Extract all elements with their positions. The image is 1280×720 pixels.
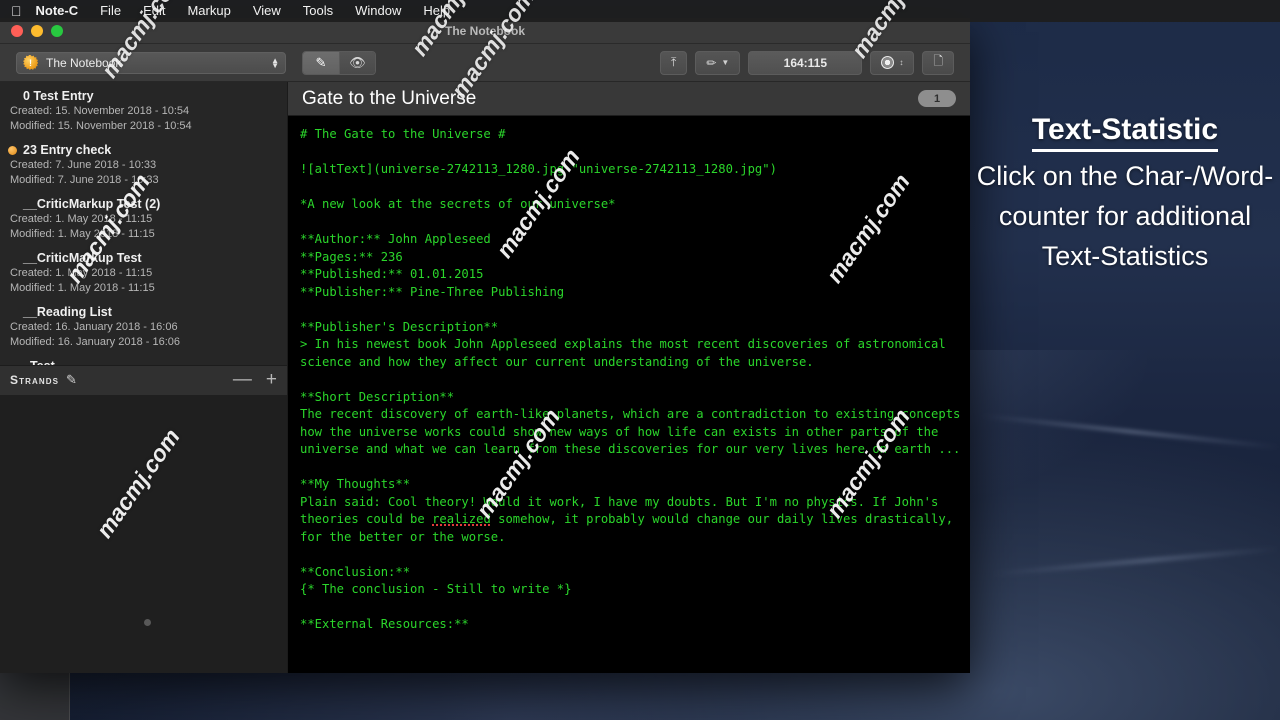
menu-item-edit[interactable]: Edit [132,0,176,22]
share-upload-icon[interactable]: ⤒ [660,50,688,75]
entry-title-row: 0 Test Entry [8,89,279,103]
apple-icon[interactable]:  [11,4,22,18]
entry-created: Created: 7. June 2018 - 10:33 [10,159,157,171]
burst-icon: ! [23,55,38,70]
entry-modified: Modified: 1. May 2018 - 11:15 [10,282,155,294]
list-item[interactable]: __CriticMarkup Test (2) Created: 1. May … [0,194,287,248]
list-item[interactable]: _Test Created: 7. June 2018 - 10:33 Modi… [0,356,287,365]
page-title: Gate to the Universe [302,87,477,109]
menu-item-view[interactable]: View [242,0,292,22]
document-header: Gate to the Universe 1 [288,82,970,116]
entry-modified: Modified: 7. June 2018 - 10:33 [10,174,159,186]
strands-label: Strands [10,373,60,387]
menu-item-window[interactable]: Window [344,0,412,22]
instruction-title: Text-Statistic [1031,112,1219,152]
entry-name: 23 Entry check [23,143,112,157]
markup-stamp-button[interactable]: ✏ ▼ [695,50,741,75]
sidebar: 0 Test Entry Created: 15. November 2018 … [0,82,288,673]
entry-name: __Reading List [23,305,112,319]
entry-created: Created: 1. May 2018 - 11:15 [10,267,153,279]
instruction-overlay: Text-Statistic Click on the Char-/Word-c… [975,112,1275,276]
spellcheck-word: realized [432,512,491,526]
status-badge[interactable]: 1 [918,90,956,107]
strands-header: Strands ✎ — + [0,364,287,395]
instruction-body: Click on the Char-/Word-counter for addi… [976,161,1274,271]
list-item[interactable]: 0 Test Entry Created: 15. November 2018 … [0,86,287,140]
entry-modified: Modified: 1. May 2018 - 11:15 [10,228,155,240]
eye-icon[interactable]: 👁 [339,51,375,74]
editor-pane: Gate to the Universe 1 # The Gate to the… [288,82,970,673]
entry-title-row: 23 Entry check [8,143,279,157]
toolbar: ! The Notebook ▲ ▼ ✎ 👁 ⤒ ✏ ▼ 164:115 ↕ 🗋 [0,44,970,82]
menu-item-markup[interactable]: Markup [176,0,241,22]
menu-app-name[interactable]: Note-C [36,0,90,22]
list-item[interactable]: 23 Entry check Created: 7. June 2018 - 1… [0,140,287,194]
entry-modified: Modified: 15. November 2018 - 10:54 [10,120,192,132]
entry-created: Created: 16. January 2018 - 16:06 [10,321,178,333]
markdown-editor[interactable]: # The Gate to the Universe # ![altText](u… [288,116,970,673]
mode-segmented-control: ✎ 👁 [302,50,376,75]
toolbar-right-group: ⤒ ✏ ▼ 164:115 ↕ 🗋 [660,50,954,75]
entry-title-row: __CriticMarkup Test (2) [8,197,279,211]
entry-name: __CriticMarkup Test [23,251,142,265]
menu-item-tools[interactable]: Tools [292,0,344,22]
entry-modified: Modified: 16. January 2018 - 16:06 [10,336,181,348]
chevron-down-icon: ▼ [721,58,730,67]
pencil-icon[interactable]: ✎ [303,51,339,74]
strands-list[interactable] [0,394,287,673]
list-item[interactable]: __CriticMarkup Test Created: 1. May 2018… [0,248,287,302]
sidebar-scroll-indicator[interactable] [143,619,151,626]
radial-circle-icon [881,56,895,69]
entry-list: 0 Test Entry Created: 15. November 2018 … [0,82,287,365]
window-title: The Notebook [445,23,525,38]
up-down-arrows-icon: ▲ ▼ [271,55,279,70]
notebook-selector-value: The Notebook [46,55,122,70]
notebook-selector[interactable]: ! The Notebook ▲ ▼ [16,51,286,74]
menu-bar:  Note-C File Edit Markup View Tools Win… [0,0,1280,22]
status-dot-icon [8,145,17,155]
add-strand-button[interactable]: + [266,370,277,389]
window-body: 0 Test Entry Created: 15. November 2018 … [0,82,970,673]
dune-ridge-right [980,414,1280,449]
entry-created: Created: 1. May 2018 - 11:15 [10,213,153,225]
pencil-icon[interactable]: ✎ [66,372,77,388]
app-window: The Notebook ! The Notebook ▲ ▼ ✎ 👁 ⤒ ✏ ▼… [0,18,970,673]
menu-item-help[interactable]: Help [412,0,461,22]
remove-strand-button[interactable]: — [233,370,252,389]
markup-stamp-icon: ✏ [706,55,717,70]
dune-ridge-bottom [990,547,1280,576]
up-down-arrows-icon: ↕ [899,58,904,67]
appearance-button[interactable]: ↕ [870,50,915,75]
screen-root:  Note-C File Edit Markup View Tools Win… [0,0,1280,720]
entry-created: Created: 15. November 2018 - 10:54 [10,105,190,117]
copy-pages-icon[interactable]: 🗋 [922,50,954,75]
char-word-counter-button[interactable]: 164:115 [748,50,863,75]
menu-item-file[interactable]: File [89,0,132,22]
list-item[interactable]: __Reading List Created: 16. January 2018… [0,302,287,356]
entry-title-row: __Reading List [8,305,279,319]
strands-controls: — + [233,370,277,389]
entry-title-row: __CriticMarkup Test [8,251,279,265]
entry-name: 0 Test Entry [23,89,94,103]
entry-name: __CriticMarkup Test (2) [23,197,161,211]
